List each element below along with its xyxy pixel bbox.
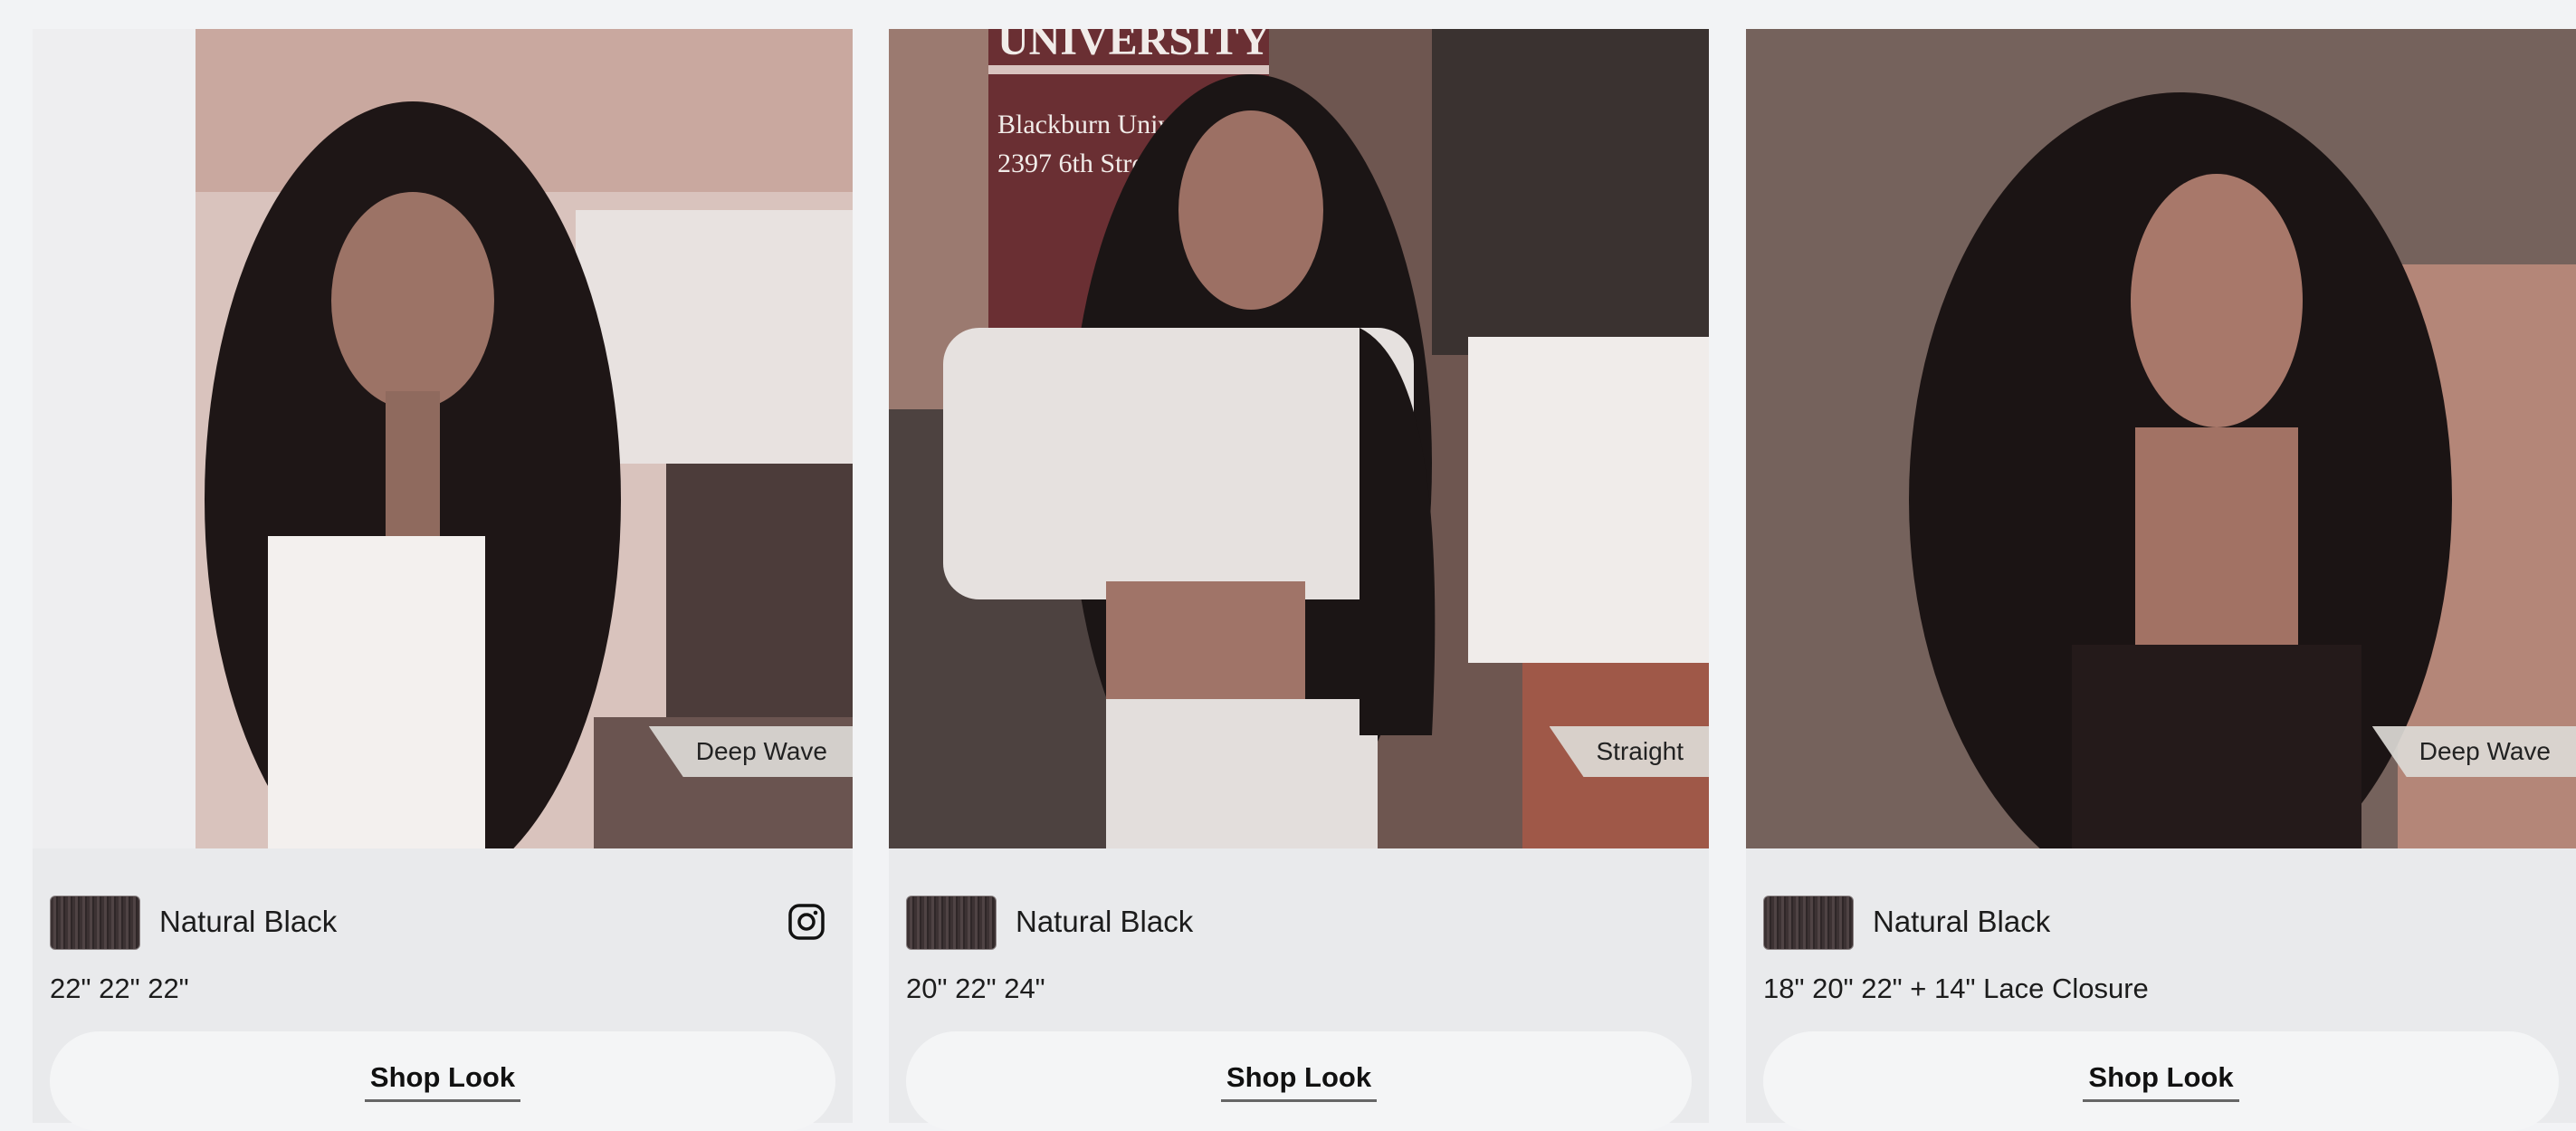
hair-lengths: 18" 20" 22" + 14" Lace Closure xyxy=(1763,973,2149,1004)
texture-tag: Deep Wave xyxy=(2371,726,2576,777)
shop-look-button[interactable]: Shop Look xyxy=(1763,1031,2559,1131)
color-name: Natural Black xyxy=(159,905,338,938)
color-name: Natural Black xyxy=(1873,905,2051,938)
looks-grid: Deep Wave Natural Black 22" 22" 22" Shop… xyxy=(0,0,2576,1131)
shop-look-label: Shop Look xyxy=(364,1061,521,1102)
look-card: Deep Wave Natural Black 18" 20" 22" + 14… xyxy=(1746,29,2576,1131)
color-swatch[interactable] xyxy=(906,896,997,950)
hair-lengths: 22" 22" 22" xyxy=(50,973,189,1004)
look-card: Deep Wave Natural Black 22" 22" 22" Shop… xyxy=(33,29,853,1131)
instagram-icon[interactable] xyxy=(787,903,825,941)
look-photo[interactable]: UNIVERSITY Blackburn University C 2397 6… xyxy=(889,29,1709,848)
texture-tag: Deep Wave xyxy=(648,726,853,777)
look-info: Natural Black 22" 22" 22" Shop Look xyxy=(33,848,853,1131)
look-card: UNIVERSITY Blackburn University C 2397 6… xyxy=(889,29,1709,1131)
look-photo[interactable] xyxy=(1746,29,2576,848)
look-info: Natural Black 20" 22" 24" Shop Look xyxy=(889,848,1709,1131)
hair-lengths: 20" 22" 24" xyxy=(906,973,1045,1004)
shop-look-button[interactable]: Shop Look xyxy=(906,1031,1692,1131)
sign-title: UNIVERSITY xyxy=(997,29,1270,64)
shop-look-button[interactable]: Shop Look xyxy=(50,1031,835,1131)
color-swatch[interactable] xyxy=(50,896,140,950)
look-photo[interactable] xyxy=(33,29,853,848)
shop-look-label: Shop Look xyxy=(1220,1061,1378,1102)
look-info: Natural Black 18" 20" 22" + 14" Lace Clo… xyxy=(1746,848,2576,1131)
color-swatch[interactable] xyxy=(1763,896,1854,950)
shop-look-label: Shop Look xyxy=(2083,1061,2239,1102)
color-name: Natural Black xyxy=(1016,905,1194,938)
